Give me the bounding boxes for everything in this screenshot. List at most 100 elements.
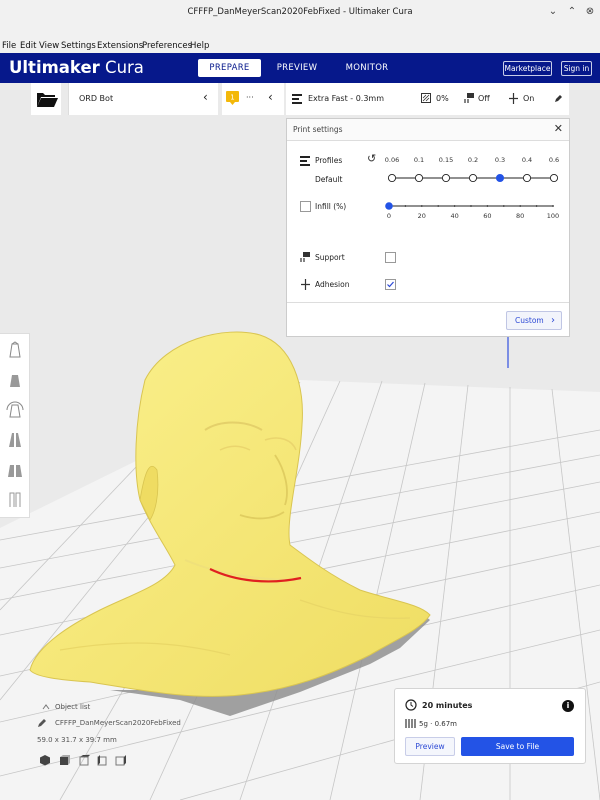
profile-summary: Extra Fast - 0.3mm: [308, 94, 385, 103]
tab-preview[interactable]: PREVIEW: [268, 59, 326, 77]
support-label: Support: [315, 253, 345, 262]
layer-height-tick: 0.6: [548, 156, 560, 164]
layer-height-handle[interactable]: [495, 173, 505, 183]
scale-tool-icon[interactable]: [4, 369, 26, 391]
support-checkbox[interactable]: [385, 252, 396, 263]
view-front-icon[interactable]: [59, 754, 71, 766]
layer-height-option[interactable]: [387, 173, 397, 183]
adhesion-checkbox[interactable]: [385, 279, 396, 290]
custom-settings-button[interactable]: Custom ›: [506, 311, 562, 330]
infill-icon: [421, 93, 431, 103]
menu-settings[interactable]: Settings: [61, 41, 96, 51]
print-settings-header: Print settings ✕: [287, 119, 569, 141]
pencil-icon: [555, 95, 562, 102]
signin-button[interactable]: Sign in: [561, 61, 592, 76]
infill-tick: 20: [417, 212, 426, 220]
menu-file[interactable]: File: [2, 41, 16, 51]
infill-tick: 60: [483, 212, 492, 220]
menu-view[interactable]: View: [39, 41, 59, 51]
layer-height-option[interactable]: [549, 173, 559, 183]
minimize-icon[interactable]: ⌄: [546, 5, 560, 19]
marketplace-button[interactable]: Marketplace: [503, 61, 552, 76]
chevron-right-icon: ›: [551, 315, 555, 326]
profiles-label: Profiles: [315, 156, 343, 165]
view-3d-icon[interactable]: [39, 754, 51, 766]
cura-window: CFFFP_DanMeyerScan2020FebFixed - Ultimak…: [0, 0, 600, 800]
reset-icon[interactable]: ↺: [367, 152, 376, 165]
layer-height-tick: 0.3: [494, 156, 506, 164]
infill-step-mark: [453, 205, 456, 207]
extruder-dots: ···: [246, 93, 254, 102]
infill-label: Infill (%): [315, 202, 347, 211]
preview-button[interactable]: Preview: [405, 737, 455, 756]
layer-height-tick: 0.1: [413, 156, 425, 164]
adhesion-icon: [301, 279, 310, 290]
infill-step-mark: [502, 205, 505, 207]
print-setup-selector[interactable]: Extra Fast - 0.3mm 0% Off On: [286, 83, 569, 115]
menu-bar: File Edit View Settings Extensions Prefe…: [0, 40, 600, 53]
extruder-selector[interactable]: 1 ··· ‹: [222, 83, 284, 115]
tab-prepare[interactable]: PREPARE: [198, 59, 261, 77]
print-profile-icon: [292, 94, 302, 104]
info-icon[interactable]: i: [562, 700, 574, 712]
support-blocker-icon[interactable]: [4, 489, 26, 511]
rotate-tool-icon[interactable]: [4, 399, 26, 421]
infill-step-mark: [552, 205, 554, 207]
printer-selector[interactable]: ORD Bot ‹: [68, 83, 218, 115]
profiles-default: Default: [315, 175, 343, 184]
menu-extensions[interactable]: Extensions: [97, 41, 143, 51]
view-top-icon[interactable]: [79, 754, 91, 766]
mirror-tool-icon[interactable]: [4, 429, 26, 451]
menu-preferences[interactable]: Preferences: [142, 41, 192, 51]
close-window-icon[interactable]: ⊗: [583, 5, 597, 19]
print-settings-panel: Print settings ✕ Profiles Default ↺ 0.06…: [286, 118, 570, 337]
menu-help[interactable]: Help: [190, 41, 209, 51]
print-action-panel: 20 minutes i 5g · 0.67m Preview Save to …: [394, 688, 586, 764]
view-right-icon[interactable]: [115, 754, 127, 766]
infill-tick: 80: [516, 212, 525, 220]
open-file-button[interactable]: [31, 83, 61, 115]
per-model-settings-icon[interactable]: [4, 459, 26, 481]
tab-monitor[interactable]: MONITOR: [338, 59, 396, 77]
chevron-left-icon: ‹: [268, 90, 273, 104]
infill-step-mark: [486, 205, 489, 207]
close-icon[interactable]: ✕: [554, 122, 563, 135]
adhesion-summary: On: [523, 94, 535, 103]
layer-height-tick: 0.4: [521, 156, 533, 164]
window-title: CFFFP_DanMeyerScan2020FebFixed - Ultimak…: [187, 7, 413, 17]
infill-step-mark: [470, 205, 472, 207]
infill-handle[interactable]: [385, 202, 393, 210]
printer-name: ORD Bot: [79, 94, 114, 103]
layer-height-tick: 0.06: [384, 156, 400, 164]
print-settings-title: Print settings: [293, 125, 343, 134]
support-icon: [464, 93, 474, 103]
chevron-up-icon[interactable]: [42, 703, 50, 711]
pencil-icon[interactable]: [37, 718, 47, 728]
object-dimensions: 59.0 x 31.7 x 39.7 mm: [37, 736, 117, 744]
support-icon: [300, 252, 310, 262]
infill-gradual-checkbox[interactable]: [300, 201, 311, 212]
infill-step-mark: [519, 205, 522, 207]
print-profile-icon: [300, 156, 310, 166]
infill-step-mark: [420, 205, 423, 207]
object-list-label[interactable]: Object list: [55, 703, 90, 711]
infill-tick: 0: [386, 212, 392, 220]
move-tool-icon[interactable]: [4, 339, 26, 361]
menu-edit[interactable]: Edit: [20, 41, 36, 51]
layer-height-slider[interactable]: [383, 171, 563, 185]
layer-height-option[interactable]: [468, 173, 478, 183]
support-summary: Off: [478, 94, 490, 103]
layer-height-option[interactable]: [441, 173, 451, 183]
spool-icon: [405, 719, 416, 728]
restore-icon[interactable]: ⌃: [565, 5, 579, 19]
folder-icon: [37, 93, 58, 107]
layer-height-option[interactable]: [522, 173, 532, 183]
infill-step-mark: [404, 205, 407, 207]
title-bar: CFFFP_DanMeyerScan2020FebFixed - Ultimak…: [0, 0, 600, 40]
infill-slider[interactable]: [383, 199, 563, 213]
save-to-file-button[interactable]: Save to File: [461, 737, 574, 756]
view-left-icon[interactable]: [97, 754, 109, 766]
layer-height-option[interactable]: [414, 173, 424, 183]
infill-tick: 100: [546, 212, 560, 220]
custom-button-label: Custom: [515, 316, 544, 325]
